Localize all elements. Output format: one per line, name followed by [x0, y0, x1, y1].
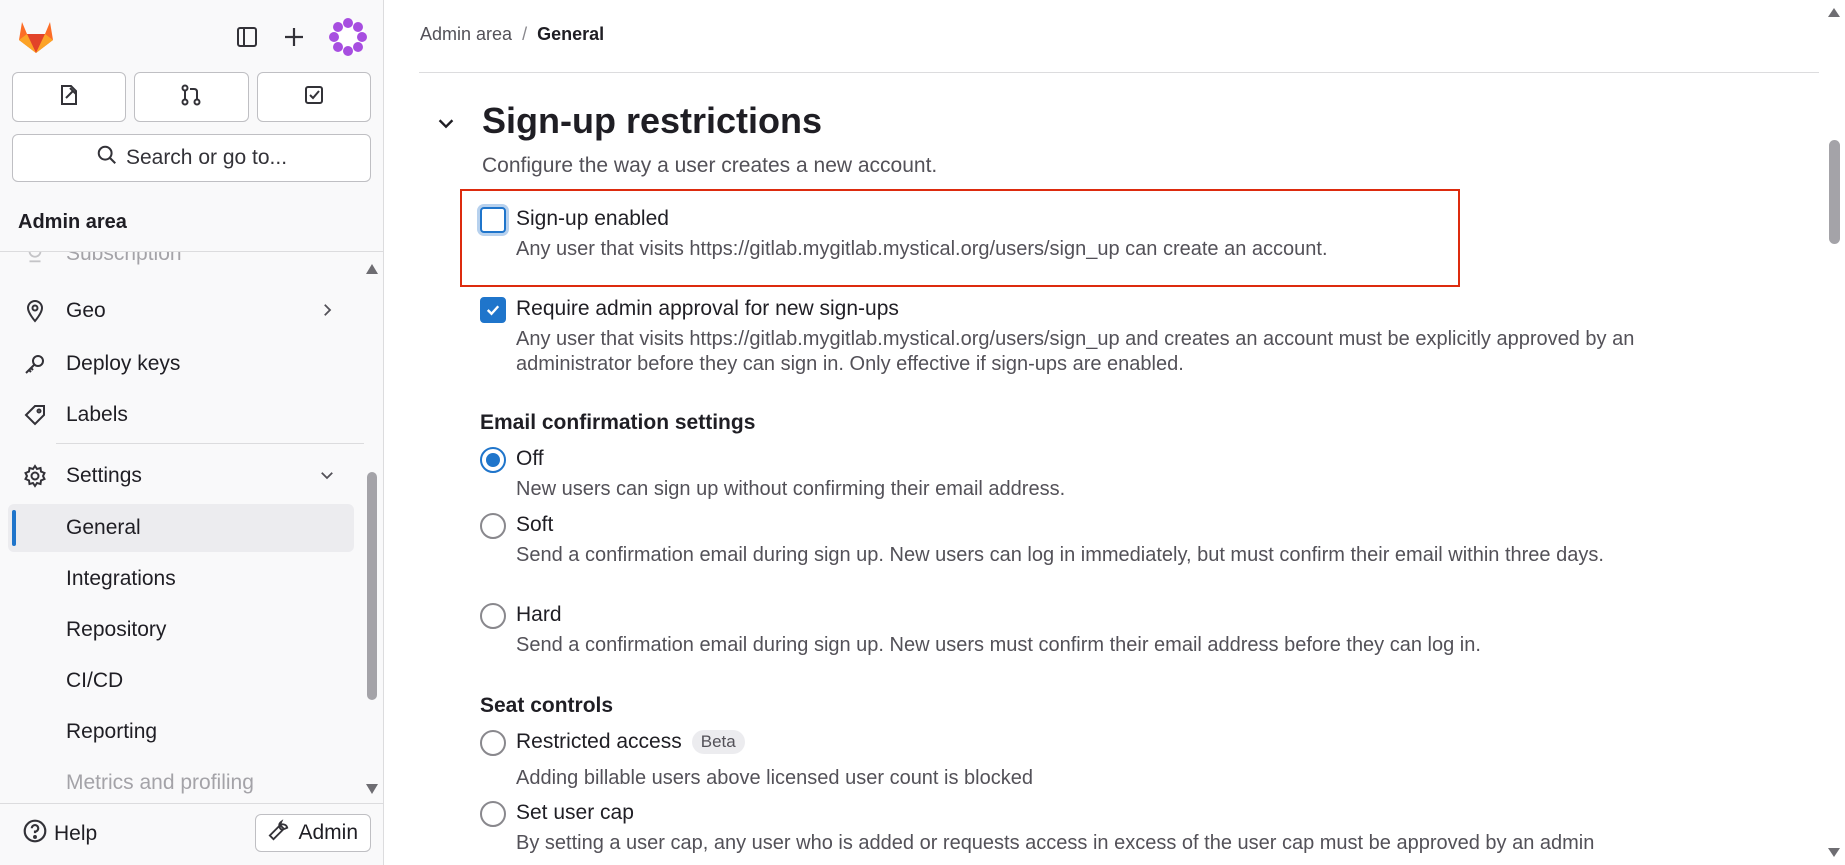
restricted-access-help: Adding billable users above licensed use…: [516, 767, 1033, 789]
scroll-up-arrow-icon[interactable]: [1828, 8, 1840, 17]
signup-enabled-checkbox[interactable]: [480, 207, 506, 233]
email-confirmation-soft-help: Send a confirmation email during sign up…: [516, 544, 1604, 566]
sidebar-item-label: Repository: [66, 618, 167, 641]
email-confirmation-hard-label[interactable]: Hard: [516, 603, 562, 627]
email-confirmation-soft-label[interactable]: Soft: [516, 513, 553, 537]
scroll-down-arrow-icon[interactable]: [366, 784, 378, 794]
wrench-icon: [268, 819, 290, 847]
sidebar-item-label: Labels: [66, 403, 128, 426]
help-label: Help: [54, 822, 98, 845]
signup-enabled-help: Any user that visits https://gitlab.mygi…: [516, 238, 1328, 260]
sidebar-item-deploy-keys[interactable]: Deploy keys: [8, 340, 354, 388]
chevron-right-icon: [318, 301, 336, 325]
sidebar-item-label: CI/CD: [66, 669, 124, 692]
beta-badge: Beta: [691, 730, 745, 754]
sidebar-toggle-icon[interactable]: [230, 20, 264, 54]
section-collapse-chevron-icon[interactable]: [435, 112, 457, 139]
admin-approval-label[interactable]: Require admin approval for new sign-ups: [516, 297, 899, 321]
todo-icon: [302, 83, 326, 112]
email-confirmation-heading: Email confirmation settings: [480, 411, 756, 434]
restricted-access-label[interactable]: Restricted access Beta: [516, 730, 745, 754]
scroll-down-arrow-icon[interactable]: [1828, 848, 1840, 857]
scroll-up-arrow-icon[interactable]: [366, 264, 378, 274]
sidebar-item-labels[interactable]: Labels: [8, 391, 354, 439]
sidebar-item-settings[interactable]: Settings: [8, 452, 354, 500]
user-avatar[interactable]: [329, 18, 367, 56]
email-confirmation-off-help: New users can sign up without confirming…: [516, 478, 1066, 500]
email-confirmation-off-radio[interactable]: [480, 447, 506, 473]
issues-icon: [57, 83, 81, 112]
location-icon: [22, 298, 48, 324]
user-cap-radio[interactable]: [480, 801, 506, 827]
sidebar-item-label: Geo: [66, 299, 106, 322]
signup-enabled-label[interactable]: Sign-up enabled: [516, 207, 669, 231]
sidebar-item-metrics-and-profiling[interactable]: Metrics and profiling: [8, 759, 354, 800]
checkmark-icon: [486, 305, 500, 316]
user-cap-help: By setting a user cap, any user who is a…: [516, 832, 1595, 854]
sidebar-item-general[interactable]: General: [8, 504, 354, 552]
user-cap-label[interactable]: Set user cap: [516, 801, 634, 825]
email-confirmation-hard-radio[interactable]: [480, 603, 506, 629]
admin-area-title: Admin area: [0, 194, 383, 252]
create-new-icon[interactable]: [277, 20, 311, 54]
chevron-down-icon: [318, 466, 336, 490]
admin-label: Admin: [298, 821, 358, 844]
sidebar-item-label: General: [66, 516, 141, 539]
sidebar-scrollbar[interactable]: [364, 264, 380, 794]
search-button[interactable]: Search or go to...: [12, 134, 371, 182]
seat-controls-heading: Seat controls: [480, 694, 614, 717]
nav-divider: [56, 443, 364, 444]
sidebar-header: [16, 14, 369, 60]
email-confirmation-off-label[interactable]: Off: [516, 447, 544, 471]
issues-button[interactable]: [12, 72, 127, 122]
sidebar-item-label: Settings: [66, 464, 142, 487]
email-confirmation-hard-help: Send a confirmation email during sign up…: [516, 634, 1481, 656]
sidebar-item-geo[interactable]: Geo: [8, 287, 354, 335]
help-button[interactable]: Help: [22, 818, 97, 850]
sidebar-item-reporting[interactable]: Reporting: [8, 708, 354, 756]
label-icon: [22, 402, 48, 428]
search-icon: [96, 144, 118, 172]
email-confirmation-soft-radio[interactable]: [480, 513, 506, 539]
sidebar-item-label: Integrations: [66, 567, 176, 590]
sidebar-item-label: Subscription: [66, 252, 182, 265]
sidebar-item-label: Metrics and profiling: [66, 771, 254, 794]
admin-approval-help: Any user that visits https://gitlab.mygi…: [516, 328, 1635, 375]
sidebar-item-subscription[interactable]: Subscription: [8, 252, 354, 278]
sidebar-nav: Subscription Geo Deploy keys Labels Sett…: [0, 252, 364, 800]
settings-gear-icon: [22, 463, 48, 489]
main-content: Admin area / General Sign-up restriction…: [385, 0, 1845, 865]
gitlab-logo-icon[interactable]: [16, 16, 56, 56]
restricted-access-label-text: Restricted access: [516, 730, 682, 753]
key-icon: [22, 351, 48, 377]
search-label: Search or go to...: [125, 146, 288, 169]
top-divider: [419, 72, 1819, 73]
restricted-access-radio[interactable]: [480, 730, 506, 756]
breadcrumb-current[interactable]: General: [537, 24, 604, 45]
subscription-icon: [22, 252, 48, 267]
sidebar-footer: Help Admin: [0, 803, 383, 865]
sidebar-item-label: Reporting: [66, 720, 158, 743]
section-description: Configure the way a user creates a new a…: [482, 154, 938, 177]
todos-button[interactable]: [256, 72, 371, 122]
admin-button[interactable]: Admin: [255, 814, 371, 852]
sidebar-item-repository[interactable]: Repository: [8, 606, 354, 654]
sidebar-item-cicd[interactable]: CI/CD: [8, 657, 354, 705]
help-icon: [22, 818, 48, 850]
breadcrumb-admin-area[interactable]: Admin area: [420, 24, 512, 45]
sidebar-item-integrations[interactable]: Integrations: [8, 555, 354, 603]
merge-request-icon: [179, 83, 203, 112]
main-scrollbar[interactable]: [1823, 0, 1845, 865]
scrollbar-thumb[interactable]: [367, 472, 377, 700]
quick-actions: [12, 72, 371, 122]
section-title[interactable]: Sign-up restrictions: [482, 100, 822, 142]
merge-requests-button[interactable]: [134, 72, 249, 122]
sidebar-item-label: Deploy keys: [66, 352, 181, 375]
sidebar: Search or go to... Admin area Subscripti…: [0, 0, 384, 865]
breadcrumb-separator: /: [522, 24, 528, 44]
breadcrumb: Admin area / General: [420, 24, 604, 45]
admin-approval-checkbox[interactable]: [480, 297, 506, 323]
scrollbar-thumb[interactable]: [1829, 140, 1840, 244]
